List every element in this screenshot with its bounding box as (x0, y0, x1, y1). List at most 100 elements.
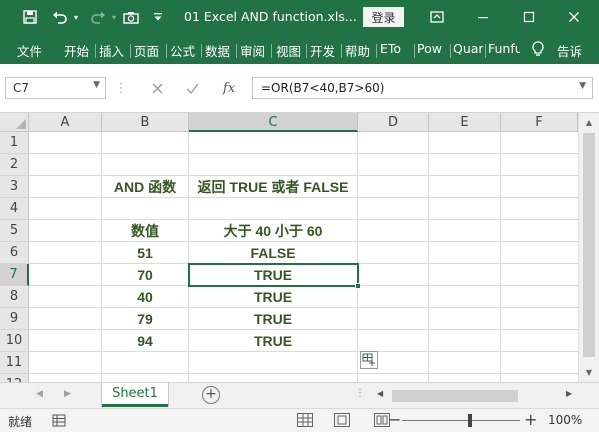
horizontal-scroll-thumb[interactable] (392, 390, 518, 402)
zoom-slider-thumb[interactable] (468, 414, 472, 427)
tab-quar[interactable]: Quar (453, 41, 483, 56)
cell-b8[interactable]: 40 (102, 286, 188, 308)
zoom-slider-track[interactable] (402, 420, 520, 421)
scroll-down-icon[interactable]: ▼ (579, 363, 599, 382)
tab-data[interactable]: 数据 (205, 41, 233, 60)
close-icon[interactable] (561, 0, 587, 34)
confirm-check-icon[interactable] (181, 77, 203, 99)
plus-circle-icon[interactable]: + (202, 386, 220, 404)
tab-developer[interactable]: 开发 (310, 41, 338, 60)
tab-review[interactable]: 审阅 (240, 41, 268, 60)
formula-input[interactable]: =OR(B7<40,B7>60) ▼ (252, 77, 593, 99)
row-header[interactable]: 6 (0, 242, 29, 264)
row-header[interactable]: 9 (0, 308, 29, 330)
ribbon-display-icon[interactable] (426, 0, 448, 34)
gridline (357, 132, 358, 382)
tab-insert[interactable]: 插入 (99, 41, 127, 60)
fill-handle[interactable] (355, 283, 361, 289)
cell-b5[interactable]: 数值 (102, 220, 188, 242)
name-box[interactable]: C7 ▼ (5, 77, 106, 99)
maximize-icon[interactable] (516, 0, 542, 34)
vertical-scrollbar[interactable]: ▲ ▼ (578, 113, 599, 382)
tab-separator (166, 44, 167, 58)
tab-split-handle-icon[interactable]: ⋮ (355, 388, 365, 399)
active-cell-border[interactable] (188, 263, 359, 287)
chevron-down-icon[interactable]: ▼ (93, 80, 100, 90)
redo-dropdown-icon[interactable]: ▾ (109, 0, 119, 34)
tab-file[interactable]: 文件 (17, 41, 45, 60)
insert-function-icon[interactable]: fx (216, 77, 242, 99)
row-header[interactable]: 4 (0, 198, 29, 220)
cell-b10[interactable]: 94 (102, 330, 188, 352)
select-all-triangle-icon (16, 119, 26, 129)
row-header[interactable]: 3 (0, 176, 29, 198)
camera-icon[interactable] (120, 0, 142, 34)
column-header-d[interactable]: D (358, 113, 429, 132)
column-header-c[interactable]: C (189, 113, 358, 132)
expand-formula-bar-icon[interactable]: ▼ (579, 81, 586, 91)
tab-funfun[interactable]: Funfu (488, 41, 520, 56)
row-header-selected[interactable]: 7 (0, 264, 29, 286)
cell-b3[interactable]: AND 函数 (102, 176, 188, 198)
undo-icon[interactable] (49, 0, 71, 34)
tell-me-box[interactable]: 告诉 (557, 41, 593, 60)
cell-c10[interactable]: TRUE (189, 330, 357, 352)
tab-separator (95, 44, 96, 58)
cell-c5[interactable]: 大于 40 小于 60 (189, 220, 357, 242)
zoom-level[interactable]: 100% (548, 413, 582, 427)
row-header[interactable]: 8 (0, 286, 29, 308)
zoom-in-button[interactable]: + (524, 410, 537, 429)
cell-c8[interactable]: TRUE (189, 286, 357, 308)
cell-c3[interactable]: 返回 TRUE 或者 FALSE (189, 176, 357, 198)
prev-sheet-icon[interactable]: ◀ (36, 389, 43, 399)
undo-dropdown-icon[interactable]: ▾ (71, 0, 81, 34)
column-header-f[interactable]: F (501, 113, 578, 132)
tab-help[interactable]: 帮助 (345, 41, 373, 60)
sheet-tab-bar: ◀ ▶ Sheet1 + ⋮ ◀ ▶ (0, 382, 599, 408)
tab-page-layout[interactable]: 页面 (134, 41, 164, 60)
cell-c9[interactable]: TRUE (189, 308, 357, 330)
column-header-a[interactable]: A (29, 113, 102, 132)
tab-formulas[interactable]: 公式 (170, 41, 198, 60)
zoom-out-button[interactable]: − (388, 410, 401, 429)
page-layout-icon[interactable] (334, 413, 350, 427)
column-header-b[interactable]: B (102, 113, 189, 132)
login-button[interactable]: 登录 (363, 7, 404, 27)
redo-icon[interactable] (87, 0, 109, 34)
vertical-scroll-thumb[interactable] (583, 133, 595, 357)
formula-bar-grip-icon[interactable]: ⋮ (115, 77, 128, 99)
row-header[interactable]: 11 (0, 352, 29, 374)
spreadsheet-grid[interactable]: A B C D E F 1 2 3 4 5 6 7 8 9 10 11 12 A… (0, 113, 578, 382)
tab-separator (236, 44, 237, 58)
cell-b7[interactable]: 70 (102, 264, 188, 286)
tab-power[interactable]: Pow (417, 41, 448, 56)
row-header[interactable]: 10 (0, 330, 29, 352)
next-sheet-icon[interactable]: ▶ (64, 389, 71, 399)
cell-c6[interactable]: FALSE (189, 242, 357, 264)
select-all-button[interactable] (0, 113, 29, 132)
customize-qat-icon[interactable] (150, 0, 166, 34)
sheet-tab-sheet1[interactable]: Sheet1 (102, 383, 168, 407)
cancel-x-icon[interactable] (146, 77, 168, 99)
row-header[interactable]: 2 (0, 154, 29, 176)
ribbon-tabs: 文件 开始 插入 页面 公式 数据 审阅 视图 开发 帮助 ETo Pow Qu… (0, 34, 599, 64)
column-header-e[interactable]: E (429, 113, 501, 132)
tab-etools[interactable]: ETo (380, 41, 412, 56)
quick-analysis-icon[interactable] (360, 351, 378, 369)
scroll-left-icon[interactable]: ◀ (377, 389, 383, 398)
save-icon[interactable] (18, 0, 42, 34)
tab-home[interactable]: 开始 (64, 41, 92, 60)
tab-view[interactable]: 视图 (276, 41, 304, 60)
scroll-right-icon[interactable]: ▶ (566, 389, 572, 398)
tab-separator (201, 44, 202, 58)
lightbulb-icon[interactable] (528, 34, 548, 64)
row-header[interactable]: 1 (0, 132, 29, 154)
scroll-up-icon[interactable]: ▲ (579, 113, 599, 132)
minimize-icon[interactable] (470, 0, 496, 34)
normal-view-icon[interactable] (297, 413, 313, 427)
macro-record-icon[interactable] (52, 414, 66, 430)
row-header[interactable]: 5 (0, 220, 29, 242)
row-header[interactable]: 12 (0, 374, 29, 382)
cell-b6[interactable]: 51 (102, 242, 188, 264)
cell-b9[interactable]: 79 (102, 308, 188, 330)
